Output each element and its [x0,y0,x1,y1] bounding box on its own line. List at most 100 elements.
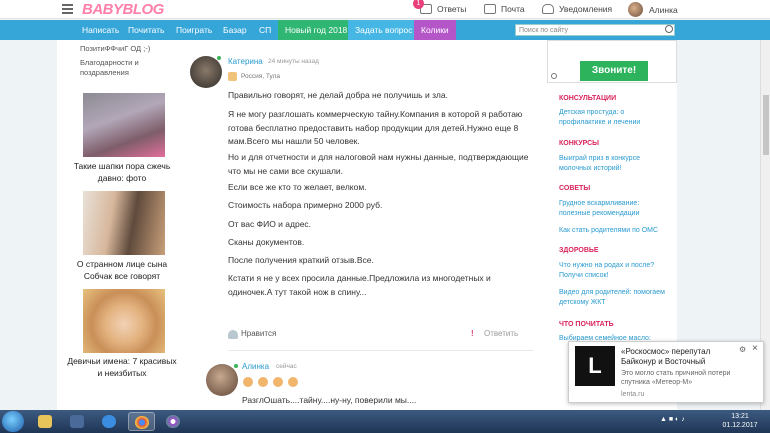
card-caption-sobchak[interactable]: О странном лице сына Собчак все говорят [67,258,177,282]
notifications-link[interactable]: Уведомления [542,4,612,14]
search-icon[interactable] [665,25,673,33]
main-nav: Написать Почитать Поиграть Базар СП Новы… [0,20,770,40]
top-bar: BABYBLOG Ответы 1 Почта Уведомления Алин… [0,0,770,19]
card-image-names[interactable] [83,289,165,353]
close-icon[interactable]: × [752,343,758,354]
card-caption-hats[interactable]: Такие шапки пора сжечь давно: фото [67,160,177,184]
taskbar-ie[interactable] [96,412,123,431]
section-link[interactable]: Грудное вскармливание: полезные рекоменд… [559,199,671,218]
post-time: 24 минуты назад [268,58,319,65]
post-paragraph: От вас ФИО и адрес. [228,219,312,229]
system-tray[interactable]: ▲ ■ ◐ ♪ [660,416,685,423]
nav-new-year[interactable]: Новый год 2018 [278,20,355,40]
status-icon [288,377,298,387]
taskbar-chrome[interactable] [128,412,155,431]
taskbar-app[interactable] [160,412,187,431]
post-paragraph: Но и для отчетности и для налоговой нам … [228,152,529,176]
status-icon [258,377,268,387]
card-caption-names[interactable]: Девичьи имена: 7 красивых и неизбитых [67,355,177,379]
post-paragraph: Стоимость набора примерно 2000 руб. [228,200,383,210]
notification-source: lenta.ru [621,391,645,398]
report-button[interactable]: ! [471,329,474,338]
bell-icon [542,4,554,14]
ie-icon [102,415,116,428]
section-title: СОВЕТЫ [559,185,591,192]
taskbar-explorer[interactable] [32,412,59,431]
section-link[interactable]: Детская простуда: о профилактике и лечен… [559,108,671,127]
section-title: ЗДОРОВЬЕ [559,247,599,254]
post-paragraph: Правильно говорят, не делай добра не пол… [228,90,448,100]
card-image-sobchak[interactable] [83,191,165,255]
section-link[interactable]: Видео для родителей: помогаем детскому Ж… [559,288,671,307]
author-name[interactable]: Катерина [228,57,263,66]
answers-link[interactable]: Ответы [420,4,466,14]
section-link[interactable]: Выиграй приз в конкурсе молочных историй… [559,154,671,173]
status-icon [228,72,237,81]
taskbar-media[interactable] [64,412,91,431]
ad-banner[interactable]: Звоните! [547,40,677,83]
nav-write[interactable]: Написать [75,20,126,40]
section-link[interactable]: Как стать родителями по ОМС [559,226,671,236]
reply-time: сейчас [276,363,297,370]
clock-time: 13:21 [731,413,749,420]
logo-main: BABY [82,1,123,18]
heart-icon[interactable] [228,330,238,339]
nav-koliki[interactable]: Колики [414,20,456,40]
menu-icon[interactable] [62,4,73,14]
nav-sp[interactable]: СП [252,20,278,40]
user-avatar [628,2,643,17]
answers-label: Ответы [437,4,467,14]
post-paragraph: После получения краткий отзыв.Все. [228,255,374,265]
left-link-positive[interactable]: ПозитиФФчиГ ОД ;-) [80,44,150,54]
folder-icon [38,415,52,428]
post-paragraph: Кстати я не у всех просила данные.Предло… [228,273,491,297]
section-title: ЧТО ПОЧИТАТЬ [559,321,614,328]
section-title: КОНСУЛЬТАЦИИ [559,95,617,102]
nav-play[interactable]: Поиграть [169,20,219,40]
reply-button[interactable]: Ответить [484,329,518,338]
card-image-hats[interactable] [83,93,165,157]
post-actions: Нравится ! Ответить [228,328,533,342]
notifications-label: Уведомления [559,4,613,14]
section-title: КОНКУРСЫ [559,140,599,147]
left-column: ПозитиФФчиГ ОД ;-) Благодарности и поздр… [57,40,190,410]
notification-body: Это могло стать причиной потери спутника… [621,370,731,386]
like-button[interactable]: Нравится [241,329,276,338]
nav-read[interactable]: Почитать [121,20,172,40]
clock[interactable]: 13:21 01.12.2017 [720,412,760,430]
info-icon[interactable] [551,73,557,79]
user-name: Алинка [649,4,678,15]
clock-date: 01.12.2017 [722,422,758,429]
mail-link[interactable]: Почта [484,4,525,14]
app-icon [166,415,180,428]
scrollbar-thumb[interactable] [763,95,769,155]
logo[interactable]: BABYBLOG [82,1,164,18]
left-link-thanks[interactable]: Благодарности и поздравления [80,58,160,78]
search-input[interactable]: Поиск по сайту [515,24,675,36]
notification-title[interactable]: «Роскосмос» перепутал Байконур и Восточн… [621,347,741,367]
chrome-icon [135,416,149,429]
online-indicator [234,364,238,368]
reply-author[interactable]: Алинка [242,362,269,371]
mail-icon [484,4,496,14]
post-paragraph: Если все же кто то желает, велком. [228,182,367,192]
ad-call-button[interactable]: Звоните! [580,61,648,81]
gear-icon[interactable]: ⚙ [739,345,746,354]
start-button[interactable] [2,411,24,432]
author-location: Россия, Тула [241,73,281,80]
nav-bazaar[interactable]: Базар [216,20,254,40]
user-menu[interactable]: Алинка [628,2,678,17]
logo-accent: BLOG [122,1,165,18]
author-avatar[interactable] [190,56,222,88]
news-notification[interactable]: L «Роскосмос» перепутал Байконур и Восто… [568,341,764,403]
reply-avatar[interactable] [206,364,238,396]
reply-text: РазглОшать....тайну....ну-ну, поверили м… [242,395,417,405]
ask-question-button[interactable]: Задать вопрос [348,20,420,40]
status-icon [273,377,283,387]
post-paragraph: Сканы документов. [228,237,305,247]
mail-label: Почта [501,4,525,14]
divider [228,350,533,351]
section-link[interactable]: Что нужно на родах и после? Получи списо… [559,261,671,280]
post-paragraph: Я не могу разглошать коммерческую тайну.… [228,109,523,146]
status-icon [243,377,253,387]
